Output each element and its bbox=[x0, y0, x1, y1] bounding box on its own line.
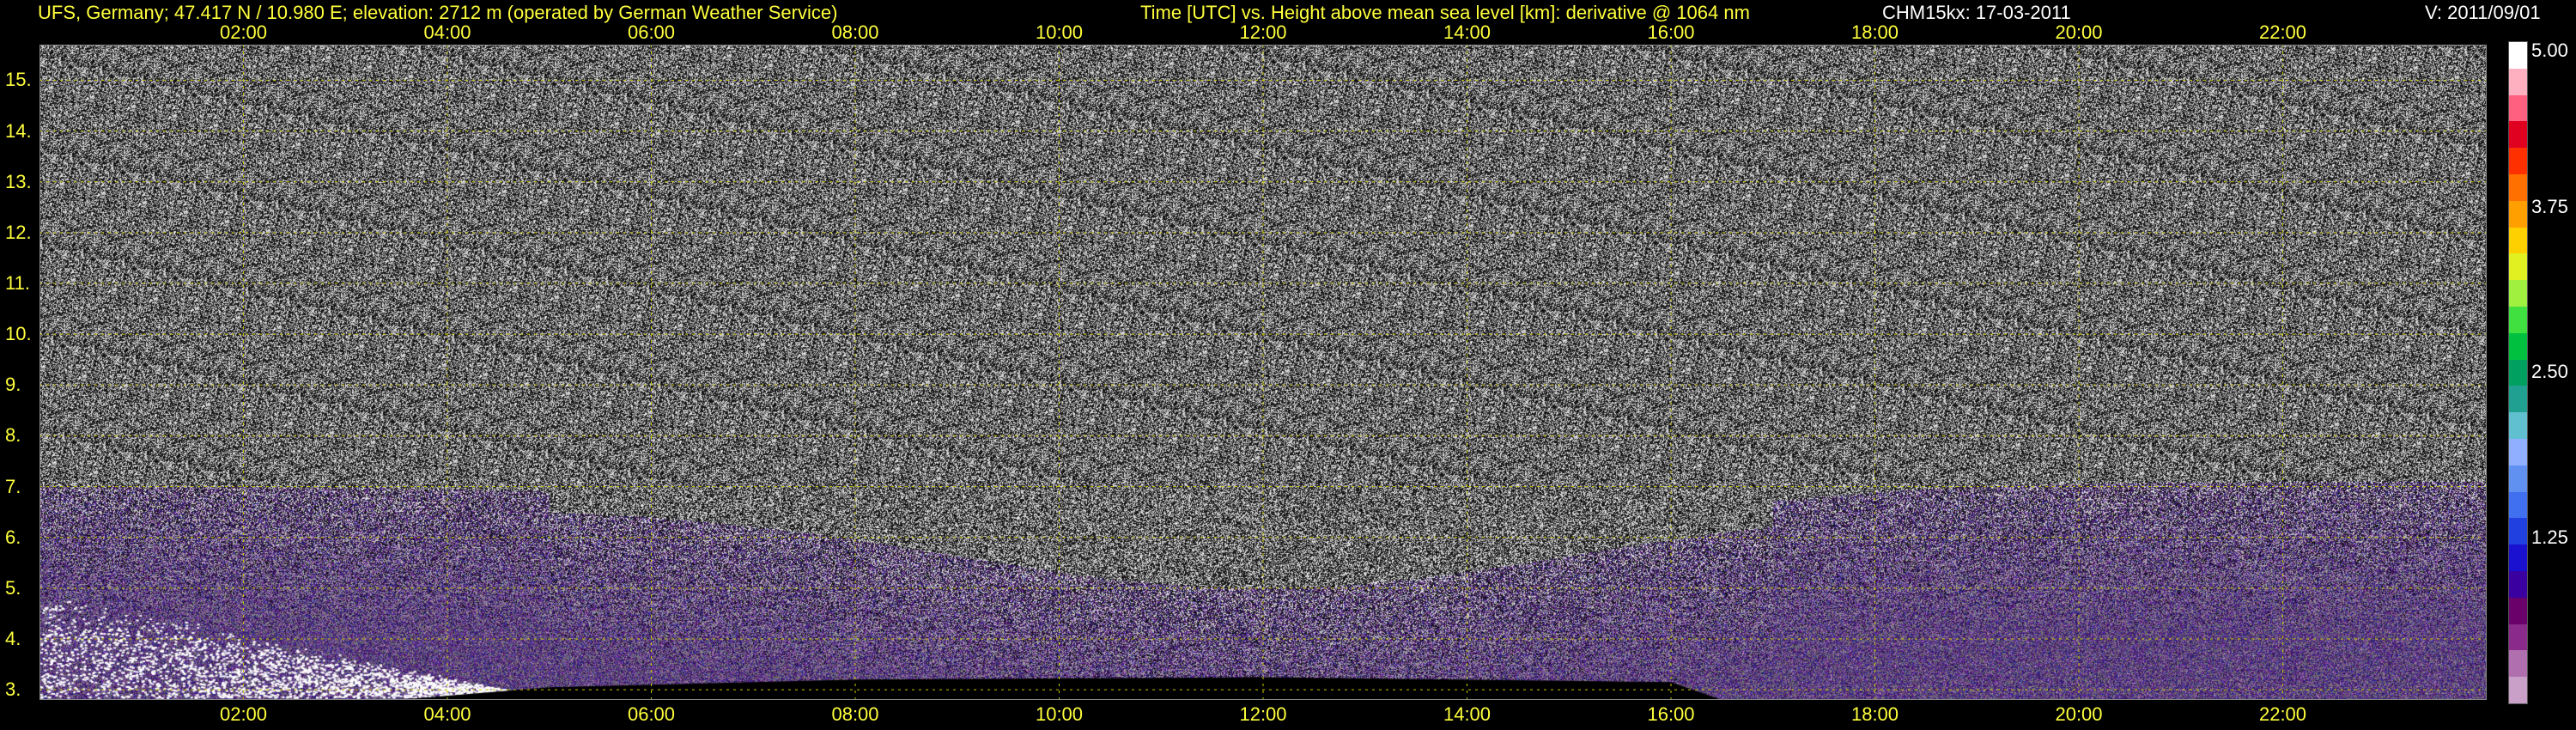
x-tick-top: 20:00 bbox=[2055, 21, 2103, 43]
colorbar-segment bbox=[2509, 412, 2527, 440]
y-tick: 12. bbox=[5, 221, 32, 243]
colorbar-segment bbox=[2509, 94, 2527, 122]
x-tick-bottom: 14:00 bbox=[1443, 703, 1492, 725]
x-tick-bottom: 02:00 bbox=[219, 703, 268, 725]
colorbar-segment bbox=[2509, 280, 2527, 307]
colorbar-segment bbox=[2509, 42, 2527, 70]
colorbar-tick: 3.75 bbox=[2531, 195, 2568, 217]
plot-grid bbox=[39, 45, 2487, 700]
x-tick-bottom: 18:00 bbox=[1850, 703, 1899, 725]
y-tick: 6. bbox=[5, 526, 21, 548]
colorbar-segment bbox=[2509, 200, 2527, 228]
colorbar-tick: 2.50 bbox=[2531, 361, 2568, 382]
y-tick: 8. bbox=[5, 424, 21, 447]
x-tick-top: 10:00 bbox=[1035, 21, 1084, 43]
colorbar-segment bbox=[2509, 624, 2527, 651]
y-tick: 10. bbox=[5, 323, 32, 345]
colorbar-segment bbox=[2509, 465, 2527, 493]
x-tick-bottom: 10:00 bbox=[1035, 703, 1084, 725]
x-tick-bottom: 08:00 bbox=[831, 703, 879, 725]
x-tick-top: 04:00 bbox=[423, 21, 471, 43]
instrument-date: CHM15kx: 17-03-2011 bbox=[1882, 2, 2071, 23]
colorbar-segment bbox=[2509, 359, 2527, 386]
x-tick-top: 06:00 bbox=[627, 21, 676, 43]
x-tick-top: 18:00 bbox=[1850, 21, 1899, 43]
colorbar-segment bbox=[2509, 597, 2527, 625]
y-tick: 4. bbox=[5, 628, 21, 650]
colorbar-segment bbox=[2509, 307, 2527, 334]
colorbar-segment bbox=[2509, 174, 2527, 202]
y-tick: 3. bbox=[5, 678, 21, 701]
x-tick-bottom: 12:00 bbox=[1239, 703, 1287, 725]
y-tick: 11. bbox=[5, 271, 30, 294]
colorbar bbox=[2508, 41, 2528, 704]
colorbar-tick: 5.00 bbox=[2531, 40, 2568, 61]
y-tick: 15. bbox=[5, 69, 32, 91]
colorbar-segment bbox=[2509, 491, 2527, 519]
colorbar-segment bbox=[2509, 650, 2527, 678]
colorbar-segment bbox=[2509, 121, 2527, 149]
y-tick: 5. bbox=[5, 576, 21, 599]
version-label: V: 2011/09/01 bbox=[2425, 2, 2541, 23]
colorbar-segment bbox=[2509, 332, 2527, 361]
colorbar-segment bbox=[2509, 518, 2527, 545]
x-tick-bottom: 22:00 bbox=[2258, 703, 2307, 725]
y-tick: 13. bbox=[5, 170, 32, 192]
y-tick: 14. bbox=[5, 119, 32, 142]
colorbar-segment bbox=[2509, 677, 2527, 704]
y-tick: 7. bbox=[5, 475, 21, 497]
colorbar-segment bbox=[2509, 439, 2527, 466]
x-tick-top: 08:00 bbox=[831, 21, 879, 43]
x-tick-top: 12:00 bbox=[1239, 21, 1287, 43]
x-tick-top: 22:00 bbox=[2258, 21, 2307, 43]
colorbar-segment bbox=[2509, 68, 2527, 96]
colorbar-segment bbox=[2509, 386, 2527, 413]
x-tick-top: 16:00 bbox=[1647, 21, 1695, 43]
colorbar-segment bbox=[2509, 148, 2527, 175]
colorbar-segment bbox=[2509, 571, 2527, 599]
x-tick-bottom: 16:00 bbox=[1647, 703, 1695, 725]
x-tick-bottom: 20:00 bbox=[2055, 703, 2103, 725]
y-tick: 9. bbox=[5, 374, 21, 396]
colorbar-segment bbox=[2509, 544, 2527, 572]
x-tick-bottom: 06:00 bbox=[627, 703, 676, 725]
colorbar-tick: 1.25 bbox=[2531, 526, 2568, 548]
x-tick-top: 02:00 bbox=[219, 21, 268, 43]
colorbar-segment bbox=[2509, 227, 2527, 254]
colorbar-segment bbox=[2509, 253, 2527, 281]
x-tick-bottom: 04:00 bbox=[423, 703, 471, 725]
x-tick-top: 14:00 bbox=[1443, 21, 1492, 43]
